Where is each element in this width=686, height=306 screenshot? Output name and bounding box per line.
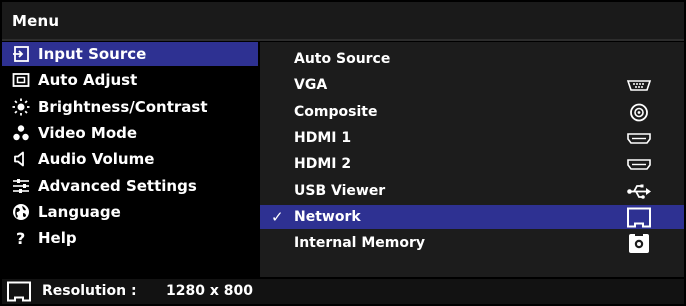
menu-item-audio-volume[interactable]: Audio Volume bbox=[2, 147, 258, 171]
main-menu: Input Source Auto Adjust Brightness/Contra… bbox=[2, 42, 258, 277]
help-icon: ? bbox=[12, 229, 30, 247]
menu-item-brightness-contrast[interactable]: Brightness/Contrast bbox=[2, 95, 258, 119]
source-option-label: Auto Source bbox=[294, 51, 391, 67]
menu-item-help[interactable]: ? Help bbox=[2, 226, 258, 250]
advanced-settings-icon bbox=[12, 177, 30, 195]
menu-item-label: Audio Volume bbox=[38, 150, 155, 169]
brightness-icon bbox=[12, 98, 30, 116]
source-option-label: Network bbox=[294, 208, 361, 225]
vga-port-icon bbox=[626, 75, 652, 96]
menu-item-label: Advanced Settings bbox=[38, 176, 197, 195]
svg-text:?: ? bbox=[16, 229, 25, 247]
globe-icon bbox=[12, 203, 30, 221]
menu-item-auto-adjust[interactable]: Auto Adjust bbox=[2, 68, 258, 92]
source-option-label: Internal Memory bbox=[294, 235, 426, 252]
composite-port-icon bbox=[626, 102, 652, 123]
speaker-icon bbox=[12, 150, 30, 168]
header-divider bbox=[2, 39, 684, 41]
menu-title: Menu bbox=[12, 12, 60, 30]
source-option-network[interactable]: ✓ Network bbox=[260, 204, 684, 229]
menu-item-label: Video Mode bbox=[38, 123, 138, 142]
network-port-icon bbox=[6, 281, 32, 303]
resolution-label: Resolution : bbox=[42, 283, 137, 299]
video-mode-icon bbox=[12, 124, 30, 142]
input-source-icon bbox=[12, 45, 30, 63]
menu-header: Menu bbox=[2, 2, 684, 39]
source-option-label: HDMI 2 bbox=[294, 156, 352, 173]
internal-memory-icon bbox=[626, 233, 652, 254]
menu-item-video-mode[interactable]: Video Mode bbox=[2, 121, 258, 145]
source-option-hdmi-1[interactable]: HDMI 1 bbox=[260, 126, 684, 150]
menu-item-label: Auto Adjust bbox=[38, 71, 138, 90]
source-option-label: Composite bbox=[294, 103, 378, 120]
source-option-label: VGA bbox=[294, 77, 328, 94]
auto-adjust-icon bbox=[12, 71, 30, 89]
input-source-submenu: Auto Source VGA Composite HDMI 1 HDMI 2 USB V… bbox=[260, 42, 684, 277]
hdmi-port-icon bbox=[626, 128, 652, 149]
source-option-internal-memory[interactable]: Internal Memory bbox=[260, 231, 684, 255]
checkmark-icon: ✓ bbox=[271, 207, 284, 226]
status-bar: Resolution : 1280 x 800 bbox=[2, 279, 684, 304]
source-option-vga[interactable]: VGA bbox=[260, 73, 684, 97]
source-option-label: USB Viewer bbox=[294, 182, 386, 199]
usb-icon bbox=[626, 181, 652, 202]
menu-item-label: Input Source bbox=[38, 45, 147, 63]
menu-item-advanced-settings[interactable]: Advanced Settings bbox=[2, 174, 258, 198]
menu-item-language[interactable]: Language bbox=[2, 200, 258, 224]
menu-item-label: Help bbox=[38, 229, 77, 248]
source-option-composite[interactable]: Composite bbox=[260, 100, 684, 124]
network-port-icon bbox=[626, 207, 652, 228]
source-option-label: HDMI 1 bbox=[294, 129, 352, 146]
hdmi-port-icon bbox=[626, 154, 652, 175]
source-option-hdmi-2[interactable]: HDMI 2 bbox=[260, 152, 684, 176]
source-option-usb-viewer[interactable]: USB Viewer bbox=[260, 179, 684, 203]
menu-item-input-source[interactable]: Input Source bbox=[2, 42, 258, 66]
projector-osd: Menu Input Source Auto Adjust Brightness/C… bbox=[0, 0, 686, 306]
menu-item-label: Brightness/Contrast bbox=[38, 97, 208, 116]
source-option-auto-source[interactable]: Auto Source bbox=[260, 47, 684, 71]
resolution-value: 1280 x 800 bbox=[166, 283, 253, 299]
menu-item-label: Language bbox=[38, 202, 121, 221]
